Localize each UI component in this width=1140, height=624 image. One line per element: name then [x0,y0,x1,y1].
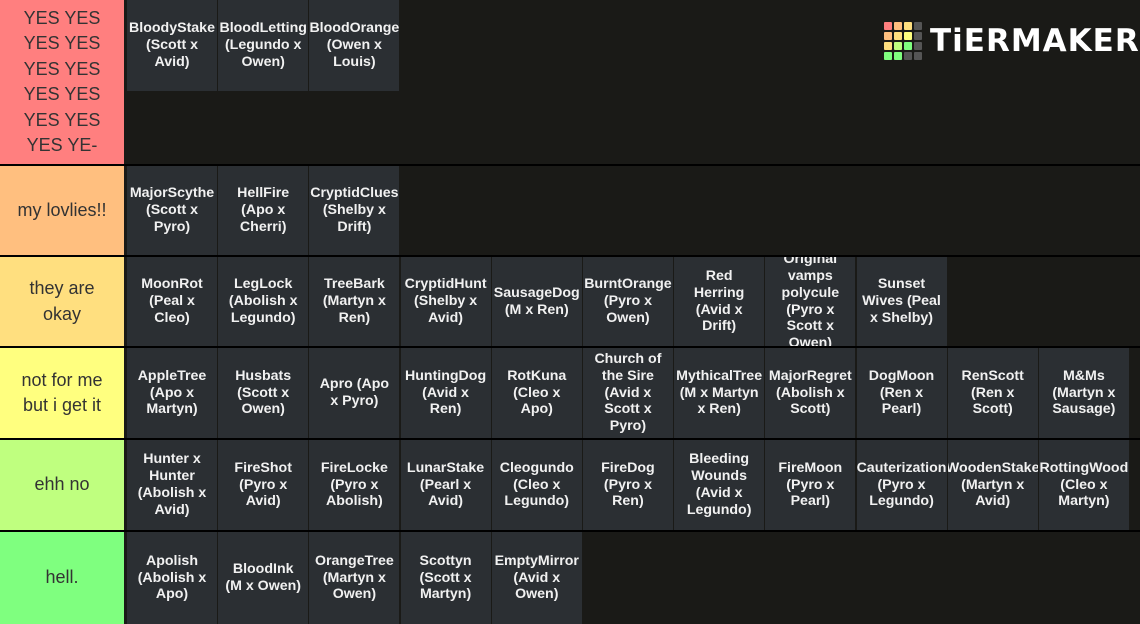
tier-item[interactable]: BloodInk (M x Owen) [218,532,309,624]
tier-item[interactable]: DogMoon (Ren x Pearl) [856,348,947,438]
tier-item[interactable]: Church of the Sire (Avid x Scott x Pyro) [582,348,673,438]
tier-item[interactable]: FireDog (Pyro x Ren) [582,440,673,530]
tier-item[interactable]: MythicalTree (M x Martyn x Ren) [674,348,765,438]
tier-item[interactable]: BloodLetting (Legundo x Owen) [218,0,309,91]
tier-item[interactable]: Husbats (Scott x Owen) [218,348,309,438]
tier-item[interactable]: OrangeTree (Martyn x Owen) [309,532,400,624]
tier-label: YES YES YES YES YES YES YES YES YES YES … [0,0,124,164]
logo-grid-cell [914,42,922,50]
tier-items: Hunter x Hunter (Abolish x Avid) FireShot… [124,440,1140,530]
logo-grid-cell [894,32,902,40]
tier-item[interactable]: LegLock (Abolish x Legundo) [218,257,309,346]
tier-item[interactable]: MajorScythe (Scott x Pyro) [127,166,217,255]
tier-item[interactable]: RenScott (Ren x Scott) [947,348,1038,438]
tier-item[interactable]: BurntOrange (Pyro x Owen) [582,257,673,346]
tier-row-4: ehh no Hunter x Hunter (Abolish x Avid) F… [0,440,1140,530]
tier-item[interactable]: BloodOrange (Owen x Louis) [309,0,400,91]
logo-grid-cell [914,22,922,30]
tier-item[interactable]: EmptyMirror (Avid x Owen) [491,532,582,624]
tier-item[interactable]: FireMoon (Pyro x Pearl) [765,440,856,530]
tier-label: they are okay [0,257,124,346]
logo-grid-cell [894,52,902,60]
tier-item[interactable]: Cleogundo (Cleo x Legundo) [491,440,582,530]
tier-items: Apolish (Abolish x Apo) BloodInk (M x Owe… [124,532,1140,624]
tiermaker-grid-icon [884,22,922,60]
tier-row-1: my lovlies!! MajorScythe (Scott x Pyro) H… [0,166,1140,255]
tier-item[interactable]: Bleeding Wounds (Avid x Legundo) [674,440,765,530]
tier-item[interactable]: AppleTree (Apo x Martyn) [127,348,217,438]
tiermaker-wordmark: TiERMAKER [930,23,1140,59]
tier-item[interactable]: Original vamps polycule (Pyro x Scott x … [765,257,856,346]
tiermaker-logo: TiERMAKER [884,20,1140,62]
tier-item[interactable]: HellFire (Apo x Cherri) [218,166,309,255]
tier-items: MajorScythe (Scott x Pyro) HellFire (Apo … [124,166,1140,255]
tier-items: MoonRot (Peal x Cleo) LegLock (Abolish x … [124,257,1140,346]
tier-item[interactable]: Sunset Wives (Peal x Shelby) [856,257,947,346]
logo-grid-cell [914,32,922,40]
logo-grid-cell [884,52,892,60]
logo-grid-cell [884,22,892,30]
tier-item[interactable]: Apro (Apo x Pyro) [309,348,400,438]
tier-item[interactable]: Scottyn (Scott x Martyn) [400,532,491,624]
tier-item[interactable]: SausageDog (M x Ren) [491,257,582,346]
tier-row-3: not for me but i get it AppleTree (Apo x… [0,348,1140,438]
tier-item[interactable]: Hunter x Hunter (Abolish x Avid) [127,440,217,530]
logo-grid-cell [894,22,902,30]
tier-label: hell. [0,532,124,624]
tier-item[interactable]: Cauterization (Pyro x Legundo) [856,440,947,530]
tier-item[interactable]: MoonRot (Peal x Cleo) [127,257,217,346]
logo-grid-cell [904,22,912,30]
logo-grid-cell [884,42,892,50]
tier-item[interactable]: HuntingDog (Avid x Ren) [400,348,491,438]
tier-item[interactable]: FireShot (Pyro x Avid) [218,440,309,530]
tier-item[interactable]: TreeBark (Martyn x Ren) [309,257,400,346]
tier-item[interactable]: FireLocke (Pyro x Abolish) [309,440,400,530]
tier-label: ehh no [0,440,124,530]
tier-item[interactable]: CryptidHunt (Shelby x Avid) [400,257,491,346]
logo-grid-cell [904,52,912,60]
tier-item[interactable]: MajorRegret (Abolish x Scott) [765,348,856,438]
logo-grid-cell [904,32,912,40]
logo-grid-cell [914,52,922,60]
tier-item[interactable]: LunarStake (Pearl x Avid) [400,440,491,530]
tier-item[interactable]: M&Ms (Martyn x Sausage) [1038,348,1129,438]
tier-row-5: hell. Apolish (Abolish x Apo) BloodInk (M… [0,532,1140,624]
tier-item[interactable]: RottingWood (Cleo x Martyn) [1038,440,1129,530]
tier-item[interactable]: RotKuna (Cleo x Apo) [491,348,582,438]
logo-grid-cell [894,42,902,50]
tier-item[interactable]: BloodyStake (Scott x Avid) [127,0,217,91]
tier-row-2: they are okay MoonRot (Peal x Cleo) LegLo… [0,257,1140,346]
tier-item[interactable]: CryptidClues (Shelby x Drift) [309,166,400,255]
tier-items: AppleTree (Apo x Martyn) Husbats (Scott x… [124,348,1140,438]
tier-item[interactable]: Red Herring (Avid x Drift) [674,257,765,346]
logo-grid-cell [904,42,912,50]
logo-grid-cell [884,32,892,40]
tier-item[interactable]: Apolish (Abolish x Apo) [127,532,217,624]
tier-item[interactable]: WoodenStake (Martyn x Avid) [947,440,1038,530]
tier-label: my lovlies!! [0,166,124,255]
tier-label: not for me but i get it [0,348,124,438]
tier-list: YES YES YES YES YES YES YES YES YES YES … [0,0,1140,624]
